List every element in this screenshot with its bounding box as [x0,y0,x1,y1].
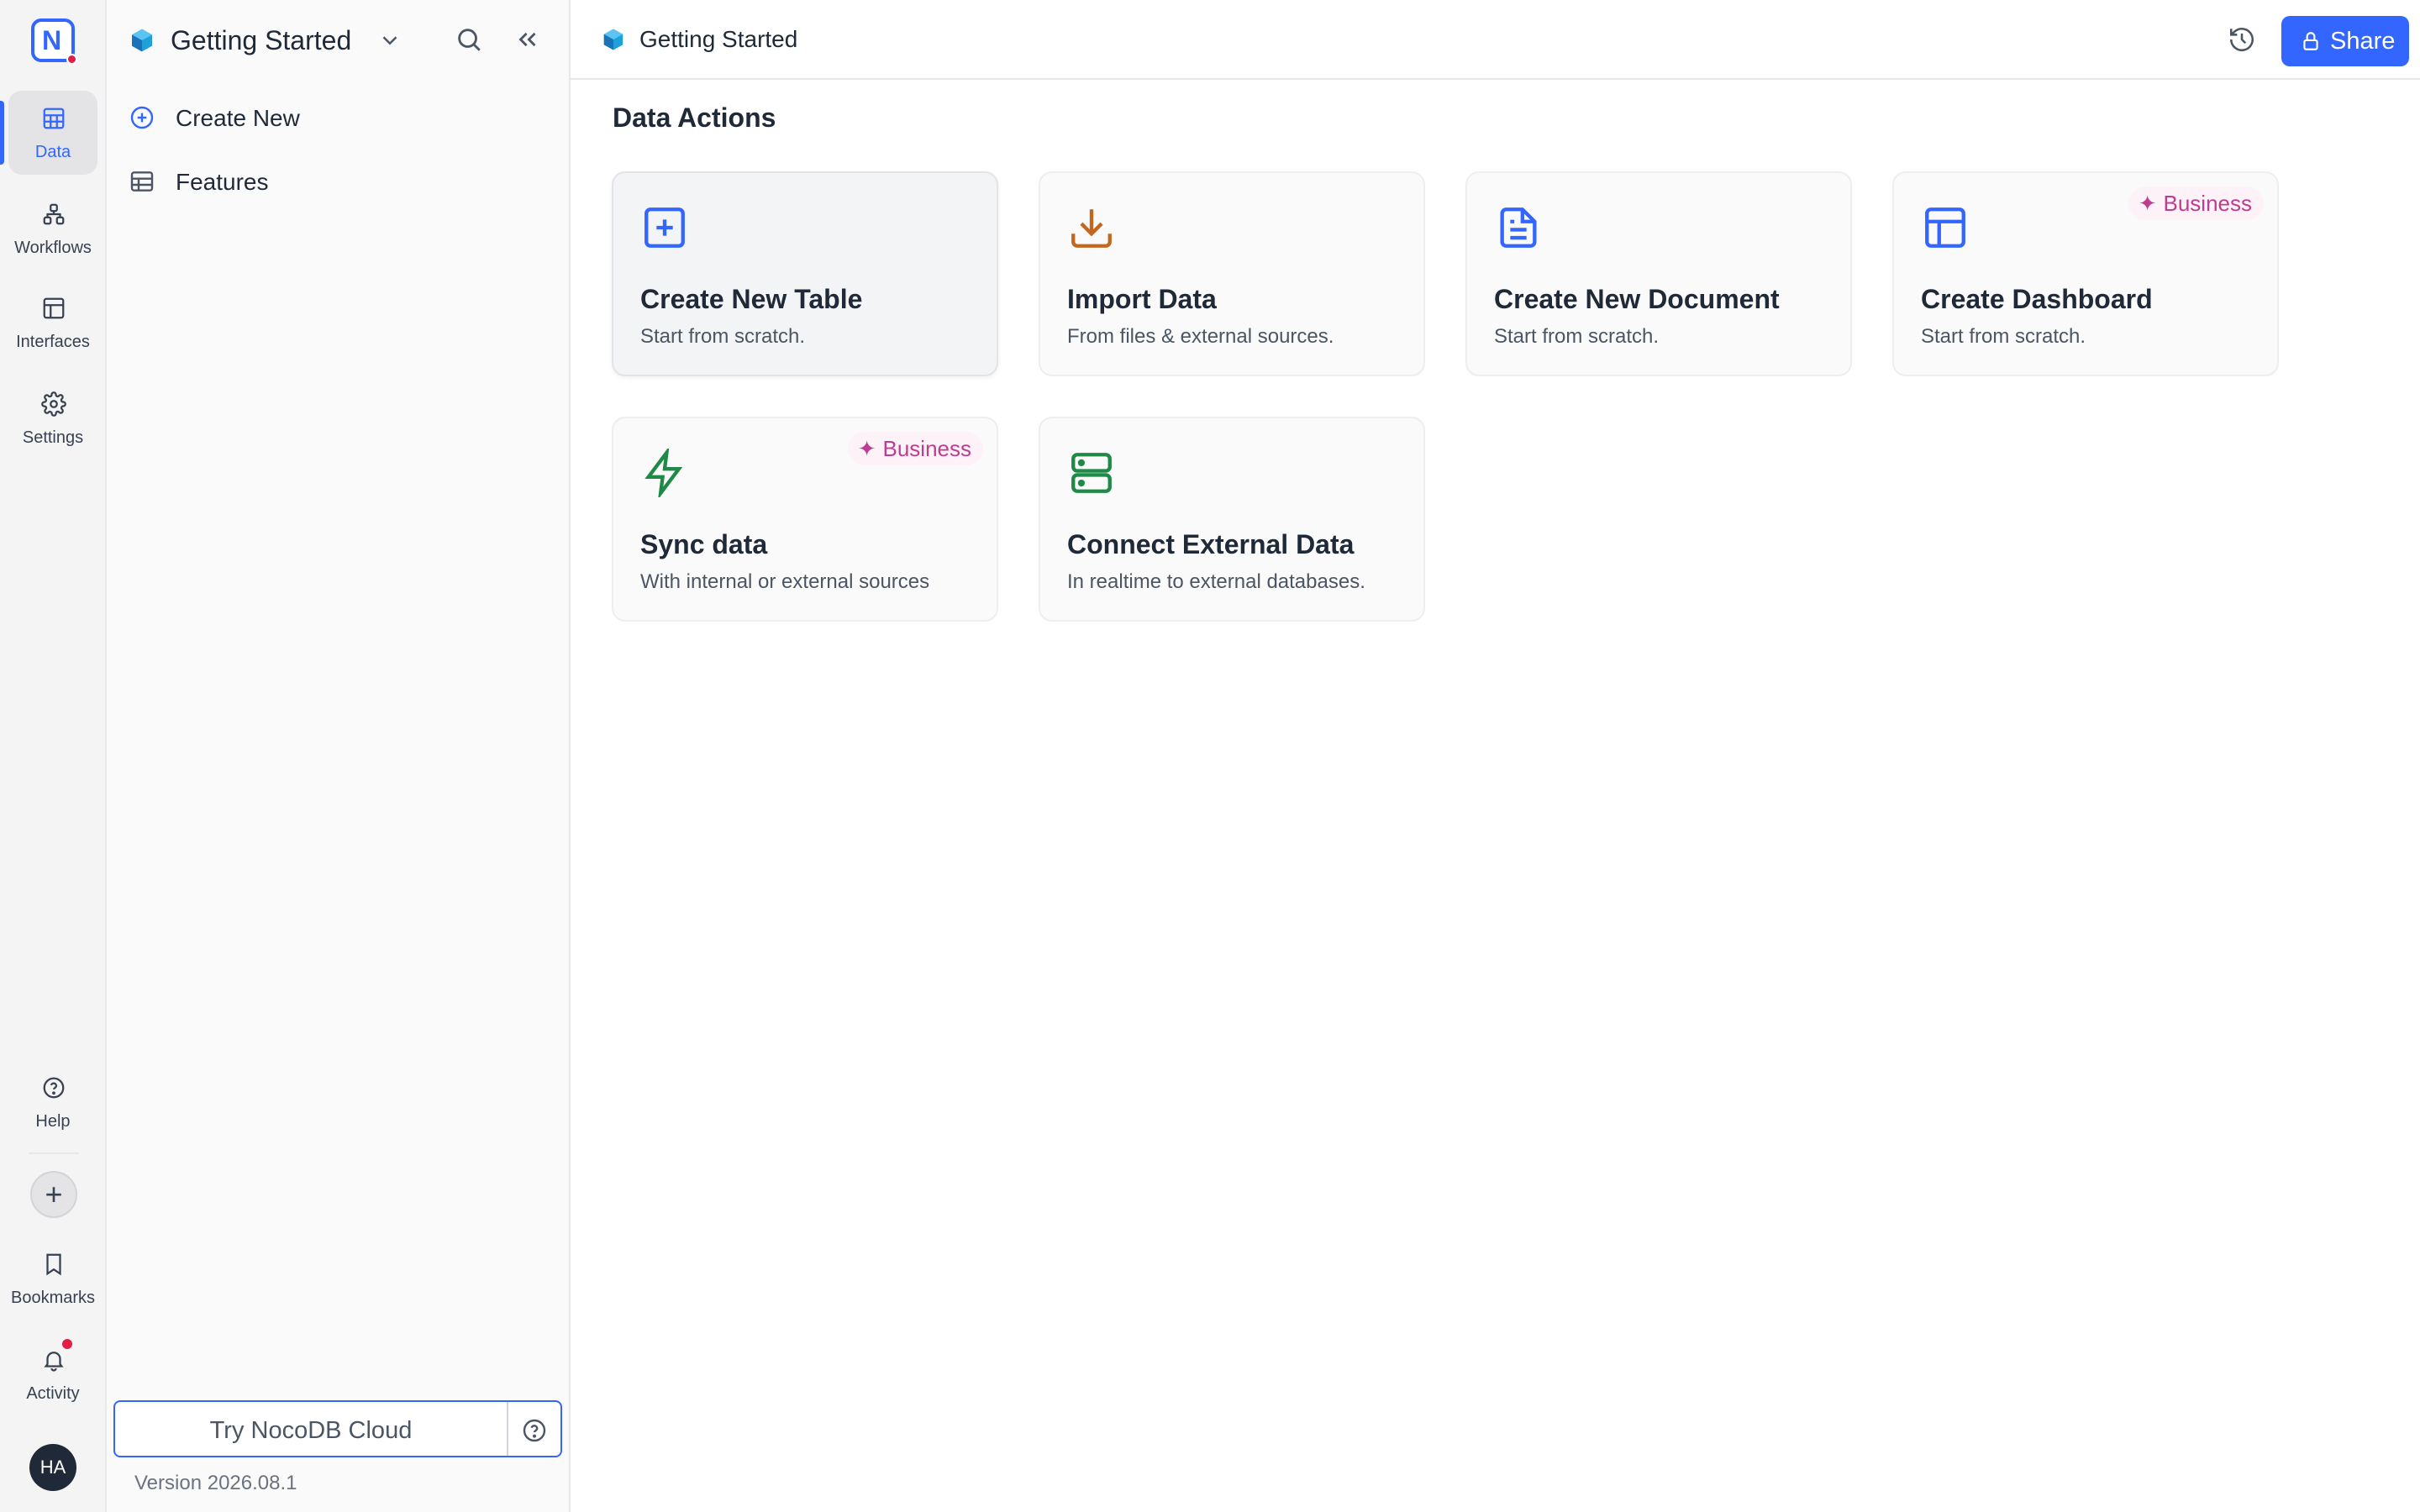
user-avatar[interactable]: HA [29,1444,76,1491]
rail-label-activity: Activity [26,1384,80,1403]
business-badge: ✦ Business [847,432,983,465]
sidebar-item-features[interactable]: Features [129,160,549,203]
help-circle-icon [43,1077,65,1099]
sparkle-icon: ✦ [2138,191,2157,216]
add-base-button[interactable]: + [30,1171,77,1218]
logo-notification-dot [66,54,77,65]
card-title: Sync data [640,529,768,559]
workflow-icon [43,203,65,225]
card-title: Connect External Data [1067,529,1355,559]
workspace-title[interactable]: Getting Started [171,25,351,55]
history-icon[interactable] [2228,25,2256,54]
lightning-icon [644,449,683,497]
nocodb-logo-icon[interactable]: N [31,18,77,65]
base-cube-icon [603,29,623,50]
sidebar: Getting Started Create New Features Try … [107,0,571,1512]
rail-item-activity[interactable]: Activity [8,1332,97,1416]
rail-item-workflows[interactable]: Workflows [8,186,97,270]
gear-icon [41,391,66,417]
card-description: Start from scratch. [1921,325,2086,348]
rail-item-interfaces[interactable]: Interfaces [8,281,97,365]
card-description: In realtime to external databases. [1067,570,1365,593]
plus-square-icon [644,207,685,248]
business-badge: ✦ Business [2128,186,2264,220]
sidebar-item-create-new[interactable]: Create New [129,96,549,139]
card-description: Start from scratch. [1494,325,1660,348]
rail-item-settings[interactable]: Settings [8,376,97,460]
rail-label-data: Data [34,143,71,161]
share-label: Share [2330,28,2396,55]
collapse-sidebar-icon[interactable] [513,25,542,54]
section-title: Data Actions [613,102,776,133]
search-icon[interactable] [455,25,483,54]
table-icon [130,171,154,192]
help-circle-icon[interactable] [521,1417,548,1444]
card-create-dashboard[interactable]: ✦ Business Create Dashboard Start from sc… [1892,171,2279,376]
rail-divider [29,1152,79,1154]
rail-item-data[interactable]: Data [8,91,97,175]
plus-circle-icon [130,106,154,129]
rail-label-settings: Settings [22,428,84,447]
app-rail: N Data Workflows Interfaces Settings Hel… [0,0,107,1512]
badge-label: Business [882,436,972,461]
base-cube-icon [132,29,152,52]
rail-active-indicator [0,101,4,165]
try-cloud-button[interactable]: Try NocoDB Cloud [113,1400,562,1457]
sidebar-item-label: Create New [176,105,300,131]
bell-icon [44,1352,64,1372]
card-connect-external-data[interactable]: Connect External Data In realtime to ext… [1039,417,1425,622]
card-sync-data[interactable]: ✦ Business Sync data With internal or ext… [612,417,998,622]
badge-label: Business [2163,191,2253,216]
rail-label-workflows: Workflows [14,239,92,257]
bookmark-icon [46,1253,61,1276]
logo-letter: N [42,25,62,55]
card-description: With internal or external sources [640,570,930,593]
sparkle-icon: ✦ [857,436,876,461]
card-title: Create New Document [1494,284,1780,314]
card-description: Start from scratch. [640,325,806,348]
rail-label-bookmarks: Bookmarks [10,1289,96,1307]
card-description: From files & external sources. [1067,325,1334,348]
grid-icon [43,108,65,129]
sidebar-item-label: Features [176,169,269,195]
topbar: Getting Started Share [571,0,2420,80]
rail-label-help: Help [35,1112,71,1131]
download-icon [1071,209,1112,248]
card-title: Create Dashboard [1921,284,2153,314]
rail-label-interfaces: Interfaces [16,333,90,351]
card-title: Import Data [1067,284,1217,314]
lock-icon [2303,32,2318,50]
card-create-new-table[interactable]: Create New Table Start from scratch. [612,171,998,376]
dashboard-icon [1925,207,1965,248]
try-cloud-label: Try NocoDB Cloud [209,1417,413,1444]
chevron-down-icon[interactable] [377,28,402,53]
layout-icon [43,297,65,319]
card-create-new-document[interactable]: Create New Document Start from scratch. [1465,171,1852,376]
document-icon [1500,207,1537,248]
rail-item-bookmarks[interactable]: Bookmarks [8,1236,97,1320]
server-icon [1071,453,1112,493]
share-button[interactable]: Share [2281,16,2409,66]
card-import-data[interactable]: Import Data From files & external source… [1039,171,1425,376]
card-title: Create New Table [640,284,863,314]
plus-icon: + [45,1177,63,1211]
rail-item-help[interactable]: Help [8,1060,97,1144]
try-cloud-divider [507,1402,508,1456]
version-label: Version 2026.08.1 [134,1472,297,1494]
activity-notification-dot [62,1339,72,1349]
page-title: Getting Started [639,26,798,52]
